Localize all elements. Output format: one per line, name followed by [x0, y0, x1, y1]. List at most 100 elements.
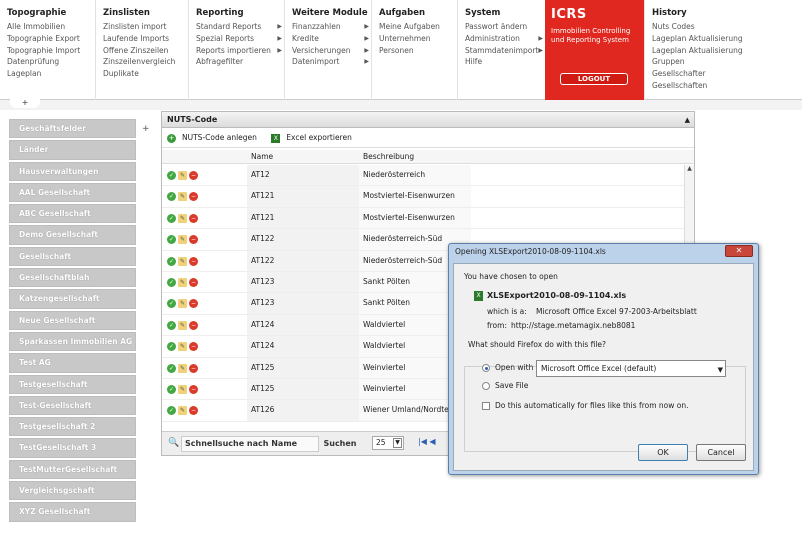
menu-item[interactable]: Versicherungen ▶	[292, 45, 371, 57]
history-item[interactable]: Lageplan Aktualisierung	[652, 45, 802, 57]
sidebar-item[interactable]: Hausverwaltungen	[9, 161, 136, 181]
delete-icon[interactable]: −	[189, 384, 198, 394]
delete-icon[interactable]: −	[189, 256, 198, 266]
edit-icon[interactable]: ✎	[178, 384, 187, 394]
menu-item[interactable]: Datenprüfung	[7, 56, 95, 68]
sidebar-item[interactable]: Gesellschaftblah	[9, 268, 136, 288]
menu-item[interactable]: Kredite ▶	[292, 33, 371, 45]
pagination-first-prev[interactable]: |◀ ◀	[418, 437, 436, 446]
sidebar-item[interactable]: Testgesellschaft 2	[9, 417, 136, 437]
auto-checkbox[interactable]	[482, 402, 490, 410]
excel-export-button[interactable]: X Excel exportieren	[271, 133, 358, 143]
edit-icon[interactable]: ✎	[178, 192, 187, 202]
save-file-label[interactable]: Save File	[495, 381, 528, 390]
delete-icon[interactable]: −	[189, 406, 198, 416]
menu-item[interactable]: Zinslisten import	[103, 21, 188, 33]
menu-item[interactable]: Hilfe	[465, 56, 545, 68]
menu-item[interactable]: Meine Aufgaben	[379, 21, 457, 33]
history-item[interactable]: Gesellschaften	[652, 80, 802, 92]
menu-title-aufgaben[interactable]: Aufgaben	[379, 8, 457, 18]
menu-item[interactable]: Stammdatenimport ▶	[465, 45, 545, 57]
delete-icon[interactable]: −	[189, 213, 198, 223]
edit-icon[interactable]: ✎	[178, 363, 187, 373]
sidebar-item[interactable]: Katzengesellschaft	[9, 289, 136, 309]
check-icon[interactable]: ✓	[167, 235, 176, 245]
first-page-icon[interactable]: |◀	[418, 437, 427, 446]
ok-button[interactable]: OK	[638, 444, 688, 461]
menu-item[interactable]: Topographie Export	[7, 33, 95, 45]
menu-item[interactable]: Laufende Imports	[103, 33, 188, 45]
auto-label[interactable]: Do this automatically for files like thi…	[495, 401, 688, 410]
collapse-icon[interactable]: ▲	[685, 112, 690, 128]
check-icon[interactable]: ✓	[167, 192, 176, 202]
check-icon[interactable]: ✓	[167, 406, 176, 416]
edit-icon[interactable]: ✎	[178, 277, 187, 287]
sidebar-item[interactable]: TestMutterGesellschaft	[9, 459, 136, 480]
menu-item[interactable]: Personen	[379, 45, 457, 57]
check-icon[interactable]: ✓	[167, 363, 176, 373]
sidebar-item[interactable]: Test-Gesellschaft	[9, 395, 136, 416]
add-nuts-code-button[interactable]: + NUTS-Code anlegen	[167, 133, 263, 143]
table-row[interactable]: ✓ ✎ − AT12 Niederösterreich	[162, 165, 694, 187]
table-row[interactable]: ✓ ✎ − AT121 Mostviertel-Eisenwurzen	[162, 186, 694, 208]
sidebar-item[interactable]: Länder	[9, 140, 136, 160]
open-with-radio[interactable]	[482, 364, 490, 372]
edit-icon[interactable]: ✎	[178, 299, 187, 309]
delete-icon[interactable]: −	[189, 342, 198, 352]
sidebar-item[interactable]: XYZ Gesellschaft	[9, 502, 136, 522]
menu-title-weitere[interactable]: Weitere Module	[292, 8, 371, 18]
edit-icon[interactable]: ✎	[178, 171, 187, 180]
menu-item[interactable]: Zinszeilenvergleich	[103, 56, 188, 68]
scroll-up-icon[interactable]: ▲	[685, 165, 694, 172]
menu-item[interactable]: Administration ▶	[465, 33, 545, 45]
menu-title-system[interactable]: System	[465, 8, 545, 18]
close-button[interactable]: ✕	[725, 245, 753, 257]
sidebar-item[interactable]: Neue Gesellschaft	[9, 310, 136, 330]
menu-item[interactable]: Topographie Import	[7, 45, 95, 57]
check-icon[interactable]: ✓	[167, 213, 176, 223]
sidebar-item[interactable]: Testgesellschaft	[9, 374, 136, 394]
menu-title-reporting[interactable]: Reporting	[196, 8, 284, 18]
menu-title-topographie[interactable]: Topographie	[7, 8, 95, 18]
edit-icon[interactable]: ✎	[178, 256, 187, 266]
sidebar-plus-icon[interactable]: +	[142, 124, 150, 134]
sidebar-item[interactable]: Sparkassen Immobilien AG	[9, 331, 136, 352]
history-item[interactable]: Nuts Codes	[652, 21, 802, 33]
menu-item[interactable]: Alle Immobilien	[7, 21, 95, 33]
table-row[interactable]: ✓ ✎ − AT121 Mostviertel-Eisenwurzen	[162, 207, 694, 230]
edit-icon[interactable]: ✎	[178, 342, 187, 352]
edit-icon[interactable]: ✎	[178, 235, 187, 245]
delete-icon[interactable]: −	[189, 363, 198, 373]
check-icon[interactable]: ✓	[167, 384, 176, 394]
check-icon[interactable]: ✓	[167, 277, 176, 287]
menu-item[interactable]: Lageplan	[7, 68, 95, 80]
search-input[interactable]: Schnellsuche nach Name	[181, 436, 319, 452]
open-with-label[interactable]: Open with	[495, 363, 533, 372]
edit-icon[interactable]: ✎	[178, 320, 187, 330]
menu-title-zinslisten[interactable]: Zinslisten	[103, 8, 188, 18]
menu-item[interactable]: Offene Zinszeilen	[103, 45, 188, 57]
delete-icon[interactable]: −	[189, 192, 198, 202]
history-item[interactable]: Gruppen	[652, 56, 802, 68]
menu-item[interactable]: Reports importieren ▶	[196, 45, 284, 57]
save-file-radio[interactable]	[482, 382, 490, 390]
logout-button[interactable]: LOGOUT	[560, 73, 628, 85]
expand-menu-tab[interactable]: +	[10, 98, 40, 108]
delete-icon[interactable]: −	[189, 235, 198, 245]
delete-icon[interactable]: −	[189, 171, 198, 180]
history-item[interactable]: Gesellschafter	[652, 68, 802, 80]
menu-item[interactable]: Unternehmen	[379, 33, 457, 45]
sidebar-item[interactable]: AAL Gesellschaft	[9, 182, 136, 203]
menu-item[interactable]: Duplikate	[103, 68, 188, 80]
check-icon[interactable]: ✓	[167, 342, 176, 352]
menu-item[interactable]: Spezial Reports ▶	[196, 33, 284, 45]
search-button[interactable]: Suchen	[322, 436, 358, 452]
check-icon[interactable]: ✓	[167, 256, 176, 266]
sidebar-item[interactable]: Test AG	[9, 353, 136, 373]
sidebar-item[interactable]: Vergleichsgschaft	[9, 481, 136, 501]
check-icon[interactable]: ✓	[167, 171, 176, 180]
sidebar-item[interactable]: Geschäftsfelder	[9, 119, 136, 139]
delete-icon[interactable]: −	[189, 299, 198, 309]
menu-title-history[interactable]: History	[652, 8, 802, 18]
column-header-name[interactable]: Name	[251, 150, 273, 164]
